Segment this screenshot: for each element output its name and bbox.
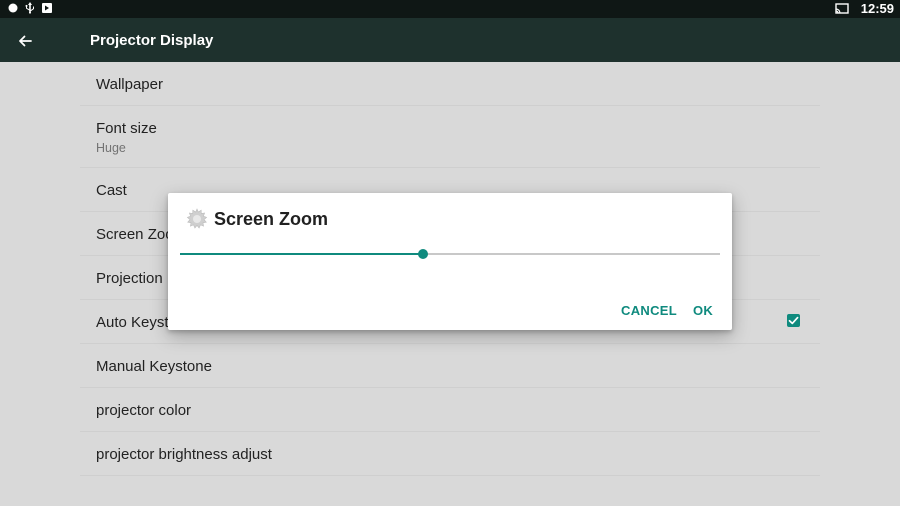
gear-icon — [186, 208, 208, 229]
setting-font-size[interactable]: Font size Huge — [80, 106, 820, 168]
cast-notification-icon — [42, 3, 52, 13]
setting-projector-color[interactable]: projector color — [80, 388, 820, 432]
setting-label: projector brightness adjust — [96, 446, 272, 463]
setting-label: projector color — [96, 402, 192, 419]
setting-value: Huge — [96, 141, 126, 155]
setting-label: Cast — [96, 182, 127, 199]
setting-manual-keystone[interactable]: Manual Keystone — [80, 344, 820, 388]
setting-wallpaper[interactable]: Wallpaper — [80, 62, 820, 106]
cast-screen-icon — [835, 3, 849, 14]
dialog-title: Screen Zoom — [214, 209, 329, 229]
cancel-button[interactable]: CANCEL — [621, 303, 677, 318]
page-title: Projector Display — [90, 32, 214, 49]
clock: 12:59 — [860, 1, 894, 16]
slider-thumb[interactable] — [418, 249, 428, 259]
zoom-slider[interactable] — [180, 247, 720, 261]
circle-icon — [8, 3, 18, 13]
setting-projector-brightness[interactable]: projector brightness adjust — [80, 432, 820, 476]
status-bar: 12:59 — [0, 0, 900, 18]
setting-label: Manual Keystone — [96, 358, 212, 375]
setting-label: Font size — [96, 120, 157, 137]
slider-fill — [180, 253, 423, 255]
status-icons-left — [8, 2, 52, 14]
auto-keystone-checkbox[interactable] — [787, 314, 800, 327]
arrow-back-icon[interactable] — [14, 30, 36, 52]
setting-label: Wallpaper — [96, 76, 163, 93]
app-bar: Projector Display — [0, 18, 900, 62]
usb-icon — [25, 2, 34, 14]
status-icons-right: 12:59 — [835, 1, 894, 16]
ok-button[interactable]: OK — [693, 303, 713, 318]
screen-zoom-dialog: Screen Zoom CANCEL OK — [168, 193, 732, 330]
